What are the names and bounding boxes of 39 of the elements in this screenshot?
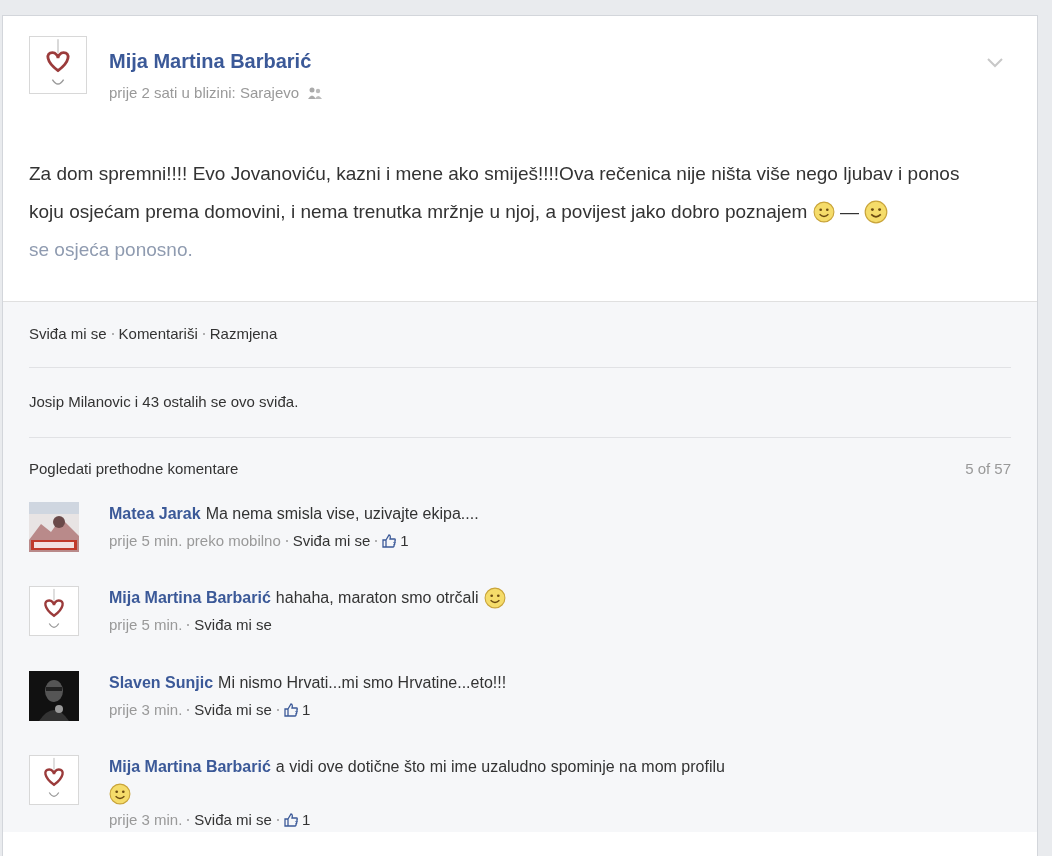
comment-text: Ma nema smisla vise, uzivajte ekipa.... [205, 503, 479, 524]
action-link[interactable]: Komentariši [118, 322, 198, 346]
like-link[interactable]: Sviđa mi se [292, 529, 371, 552]
author-name[interactable]: Mija Martina Barbarić [109, 46, 324, 76]
action-link[interactable]: Sviđa mi se [29, 322, 107, 346]
comment-time: prije 5 min. preko mobilno [109, 530, 281, 551]
smiley-icon [109, 783, 131, 805]
thumbs-up-icon [283, 813, 298, 828]
smiley-icon [812, 201, 835, 224]
commenter-name[interactable]: Matea Jarak [109, 501, 201, 526]
heart-avatar[interactable] [29, 36, 87, 94]
like-count: 1 [400, 530, 409, 551]
likes-summary[interactable]: Josip Milanovic i 43 ostalih se ovo sviđa. [29, 390, 299, 414]
comment-time: prije 3 min. [109, 699, 183, 720]
heart-avatar[interactable] [29, 586, 79, 636]
commenter-name[interactable]: Slaven Sunjic [109, 670, 214, 695]
comment-time: prije 5 min. [109, 615, 183, 635]
comment-text: Mi nismo Hrvati...mi smo Hrvatine...eto!!! [218, 672, 507, 693]
thumbs-up-icon [283, 702, 298, 717]
post-text: Za dom spremni!!!! Evo Jovanoviću, kazni i mene ako smiješ!!!!Ova rečenica nije ništa više nego ljubav i ponos koju osjećam prema domovini, i nema trenutka mržnje u njoj, a povijest jako dobro poznajem — se osjeća ponosno. [29, 161, 961, 262]
action-link[interactable]: Razmjena [209, 322, 278, 346]
like-count: 1 [301, 810, 311, 830]
heart-avatar[interactable] [29, 755, 79, 805]
like-link[interactable]: Sviđa mi se [194, 698, 272, 721]
thumbs-up-icon [382, 533, 397, 548]
commenter-name[interactable]: Mija Martina Barbarić [109, 586, 271, 610]
like-link[interactable]: Sviđa mi se [194, 809, 272, 832]
commenter-name[interactable]: Mija Martina Barbarić [109, 755, 271, 779]
smiley-icon [864, 200, 889, 225]
previous-comments-link[interactable]: Pogledati prethodne komentare [29, 458, 239, 481]
comment-time: prije 3 min. [109, 810, 183, 830]
comment-text: a vidi ove dotične što mi ime uzaludno spominje na mom profilu [275, 757, 725, 777]
like-count: 1 [301, 699, 311, 720]
people-icon [307, 86, 324, 101]
comment-text: hahaha, maraton smo otrčali [275, 588, 479, 608]
comment-count: 5 of 57 [965, 459, 1011, 480]
like-link[interactable]: Sviđa mi se [194, 614, 272, 637]
post-meta: prije 2 sati u blizini: Sarajevo [109, 83, 300, 103]
smiley-icon [483, 587, 506, 609]
